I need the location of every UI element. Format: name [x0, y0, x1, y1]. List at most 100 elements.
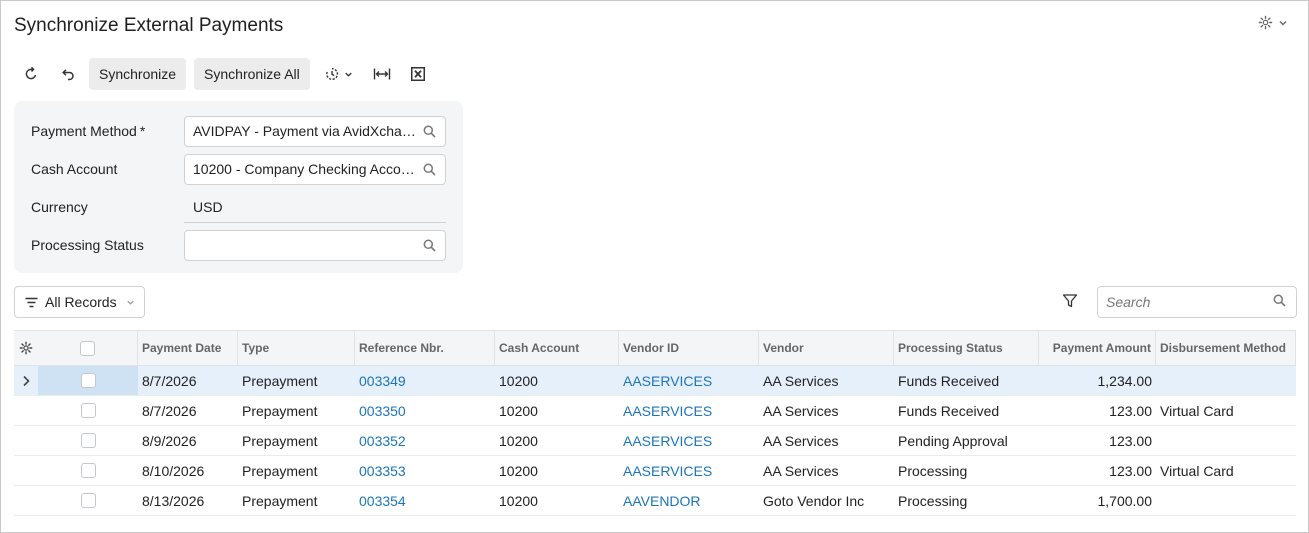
- cell-payment-amount: 1,234.00: [1097, 372, 1153, 389]
- cell-disbursement-method: Virtual Card: [1160, 402, 1234, 419]
- processing-status-field[interactable]: [184, 229, 446, 261]
- row-indicator: [14, 456, 38, 485]
- row-checkbox[interactable]: [80, 433, 96, 448]
- row-indicator: [14, 366, 38, 395]
- cell-vendor-id[interactable]: AASERVICES: [619, 426, 759, 455]
- payments-grid: Payment Date Type Reference Nbr. Cash Ac…: [14, 330, 1296, 516]
- row-checkbox[interactable]: [80, 403, 96, 418]
- cell-reference-nbr[interactable]: 003350: [355, 396, 495, 425]
- cell-vendor-id[interactable]: AAVENDOR: [619, 486, 759, 515]
- cash-account-label: Cash Account: [31, 161, 118, 177]
- select-all-checkbox[interactable]: [80, 340, 95, 356]
- column-header-cash-account[interactable]: Cash Account: [495, 331, 619, 365]
- cell-vendor: AA Services: [763, 372, 839, 389]
- cell-processing-status: Pending Approval: [898, 432, 1008, 449]
- processing-status-label: Processing Status: [31, 237, 144, 253]
- cash-account-value: 10200 - Company Checking Account: [193, 161, 417, 177]
- cell-vendor-id[interactable]: AASERVICES: [619, 396, 759, 425]
- fit-to-screen-button[interactable]: [364, 58, 400, 90]
- chevron-down-icon: [126, 298, 135, 307]
- row-indicator: [14, 396, 38, 425]
- funnel-icon: [1062, 293, 1078, 309]
- cell-vendor: AA Services: [763, 432, 839, 449]
- search-input[interactable]: [1097, 286, 1297, 318]
- currency-label: Currency: [31, 199, 88, 215]
- toolbar: Synchronize Synchronize All: [13, 58, 436, 90]
- synchronize-all-button[interactable]: Synchronize All: [194, 58, 310, 90]
- column-header-vendor-id[interactable]: Vendor ID: [619, 331, 759, 365]
- export-to-excel-button[interactable]: [400, 58, 436, 90]
- grid-body: 8/7/2026 Prepayment 003349 10200 AASERVICES A…: [14, 366, 1296, 516]
- cash-account-field[interactable]: 10200 - Company Checking Account: [184, 153, 446, 185]
- cell-disbursement-method: Virtual Card: [1160, 462, 1234, 479]
- cell-payment-amount: 123.00: [1109, 462, 1152, 479]
- excel-icon: [410, 67, 425, 81]
- synchronize-button[interactable]: Synchronize: [89, 58, 187, 90]
- saved-filter-dropdown[interactable]: All Records: [14, 286, 145, 318]
- row-checkbox[interactable]: [80, 493, 96, 508]
- cell-cash-account: 10200: [499, 492, 538, 509]
- cell-processing-status: Processing: [898, 492, 968, 509]
- column-settings-button[interactable]: [14, 331, 38, 365]
- window: Synchronize External Payments Synchroniz…: [0, 0, 1309, 533]
- row-select-cell: [38, 426, 138, 455]
- filter-settings-button[interactable]: [1062, 293, 1078, 314]
- cell-reference-nbr[interactable]: 003352: [355, 426, 495, 455]
- search-icon[interactable]: [423, 239, 436, 252]
- cell-cash-account: 10200: [499, 402, 538, 419]
- page-title: Synchronize External Payments: [14, 15, 284, 36]
- row-checkbox[interactable]: [80, 373, 96, 388]
- row-select-cell: [38, 456, 138, 485]
- cash-account-row: Cash Account 10200 - Company Checking Ac…: [14, 153, 463, 185]
- column-header-type[interactable]: Type: [238, 331, 355, 365]
- search-icon[interactable]: [423, 163, 436, 176]
- cell-payment-date: 8/9/2026: [142, 432, 197, 449]
- table-row[interactable]: 8/7/2026 Prepayment 003350 10200 AASERVICES A…: [14, 396, 1296, 426]
- column-header-disbursement-method[interactable]: Disbursement Method: [1156, 331, 1296, 365]
- currency-row: Currency USD: [14, 191, 463, 223]
- cell-cash-account: 10200: [499, 432, 538, 449]
- cell-type: Prepayment: [242, 462, 318, 479]
- cell-payment-amount: 1,700.00: [1097, 492, 1153, 509]
- cell-reference-nbr[interactable]: 003354: [355, 486, 495, 515]
- cell-processing-status: Funds Received: [898, 372, 1000, 389]
- table-row[interactable]: 8/10/2026 Prepayment 003353 10200 AASERVICES…: [14, 456, 1296, 486]
- cell-reference-nbr[interactable]: 003353: [355, 456, 495, 485]
- table-row[interactable]: 8/13/2026 Prepayment 003354 10200 AAVENDOR Go…: [14, 486, 1296, 516]
- cell-reference-nbr[interactable]: 003349: [355, 366, 495, 395]
- cell-processing-status: Processing: [898, 462, 968, 479]
- table-row[interactable]: 8/7/2026 Prepayment 003349 10200 AASERVICES A…: [14, 366, 1296, 396]
- cell-vendor-id[interactable]: AASERVICES: [619, 456, 759, 485]
- processing-status-row: Processing Status: [14, 229, 463, 261]
- search-icon[interactable]: [423, 125, 436, 138]
- cell-cash-account: 10200: [499, 462, 538, 479]
- chevron-down-icon: [1278, 18, 1288, 28]
- grid-header: Payment Date Type Reference Nbr. Cash Ac…: [14, 330, 1296, 366]
- column-header-vendor[interactable]: Vendor: [759, 331, 894, 365]
- table-row[interactable]: 8/9/2026 Prepayment 003352 10200 AASERVICES A…: [14, 426, 1296, 456]
- cell-vendor: Goto Vendor Inc: [763, 492, 865, 509]
- cell-cash-account: 10200: [499, 372, 538, 389]
- row-checkbox[interactable]: [80, 463, 96, 478]
- column-header-reference-nbr[interactable]: Reference Nbr.: [355, 331, 495, 365]
- column-header-payment-amount[interactable]: Payment Amount: [1039, 331, 1156, 365]
- search-icon: [1273, 294, 1286, 307]
- column-header-processing-status[interactable]: Processing Status: [894, 331, 1039, 365]
- payment-method-row: Payment Method * AVIDPAY - Payment via Av…: [14, 115, 463, 147]
- currency-value: USD: [184, 192, 446, 223]
- screen-settings-menu[interactable]: [1258, 15, 1288, 30]
- filter-lines-icon: [25, 297, 38, 308]
- cell-vendor-id[interactable]: AASERVICES: [619, 366, 759, 395]
- undo-button[interactable]: [49, 58, 85, 90]
- cell-payment-date: 8/7/2026: [142, 402, 197, 419]
- undo-icon: [59, 66, 76, 82]
- cell-type: Prepayment: [242, 432, 318, 449]
- payment-method-field[interactable]: AVIDPAY - Payment via AvidXchange: [184, 115, 446, 147]
- cell-payment-amount: 123.00: [1109, 402, 1152, 419]
- refresh-button[interactable]: [13, 58, 49, 90]
- column-header-payment-date[interactable]: Payment Date: [138, 331, 238, 365]
- select-all-cell: [38, 331, 138, 365]
- history-dropdown-button[interactable]: [314, 58, 364, 90]
- fit-width-icon: [373, 67, 391, 81]
- row-select-cell: [38, 396, 138, 425]
